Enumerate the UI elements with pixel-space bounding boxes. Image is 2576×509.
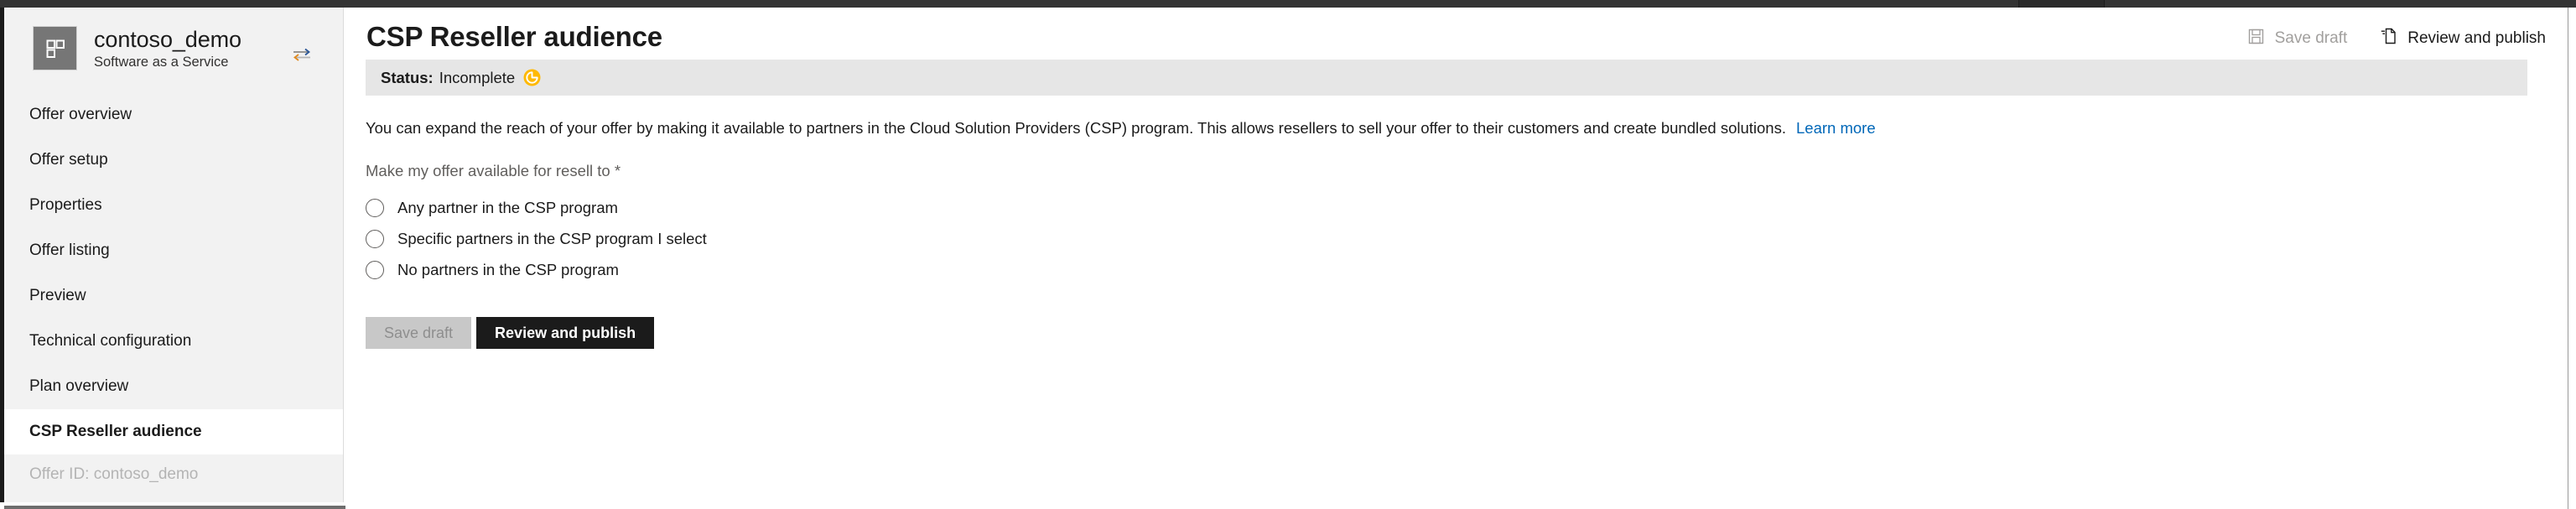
app-window: contoso_demo Software as a Service Offer… (0, 0, 2576, 509)
radio-option-specific-partners[interactable]: Specific partners in the CSP program I s… (366, 223, 2576, 254)
sidebar-item-label: Offer setup (29, 151, 108, 169)
sidebar-offer-id-label: Offer ID: contoso_demo (29, 465, 199, 483)
sidebar-item-offer-setup[interactable]: Offer setup (4, 138, 343, 183)
save-draft-button[interactable]: Save draft (366, 317, 472, 350)
publish-page-icon (2381, 28, 2397, 49)
status-label: Status: (381, 68, 434, 86)
offer-name: contoso_demo (94, 26, 242, 52)
sidebar-offer-id: Offer ID: contoso_demo (4, 454, 343, 495)
sidebar-item-label: Offer listing (29, 242, 110, 259)
radio-option-label: Specific partners in the CSP program I s… (397, 229, 707, 247)
vertical-scrollbar[interactable] (2568, 8, 2576, 509)
sidebar-item-offer-overview[interactable]: Offer overview (4, 92, 343, 138)
pending-clock-icon (523, 69, 541, 86)
header-review-publish-button[interactable]: Review and publish (2381, 28, 2546, 49)
sidebar-item-label: Technical configuration (29, 332, 192, 350)
learn-more-link[interactable]: Learn more (1796, 119, 1876, 137)
description-paragraph: You can expand the reach of your offer b… (366, 119, 2576, 138)
radio-circle-icon[interactable] (366, 229, 384, 248)
sidebar-item-preview[interactable]: Preview (4, 273, 343, 319)
resell-radio-group: Any partner in the CSP program Specific … (366, 192, 2576, 285)
offer-blocks-icon (33, 26, 77, 70)
browser-top-chrome (0, 0, 2576, 8)
header-actions: Save draft Review and publish (2248, 28, 2546, 49)
sidebar: contoso_demo Software as a Service Offer… (0, 8, 344, 502)
sidebar-item-technical-configuration[interactable]: Technical configuration (4, 319, 343, 364)
resell-field-label: Make my offer available for resell to * (366, 162, 621, 180)
main-header: CSP Reseller audience Save draft Review … (345, 8, 2576, 60)
radio-circle-icon[interactable] (366, 260, 384, 279)
chrome-tab-segment-2[interactable] (2019, 0, 2105, 8)
chrome-tab-segment-3[interactable] (2105, 0, 2576, 8)
footer-buttons: Save draft Review and publish (366, 317, 2576, 350)
sidebar-item-label: Offer overview (29, 106, 132, 123)
review-and-publish-button[interactable]: Review and publish (476, 317, 655, 350)
header-save-draft-button[interactable]: Save draft (2248, 29, 2348, 49)
floppy-disk-icon (2248, 29, 2264, 49)
page-title: CSP Reseller audience (366, 21, 662, 52)
description-text: You can expand the reach of your offer b… (366, 119, 1786, 137)
chrome-tab-segment-1[interactable] (0, 0, 2019, 8)
sidebar-item-label: Preview (29, 287, 86, 304)
status-bar: Status: Incomplete (366, 60, 2527, 96)
status-value: Incomplete (439, 68, 516, 86)
radio-option-label: Any partner in the CSP program (397, 198, 618, 216)
radio-option-no-partners[interactable]: No partners in the CSP program (366, 254, 2576, 285)
sidebar-item-csp-reseller-audience[interactable]: CSP Reseller audience (4, 409, 343, 454)
sidebar-bottom-divider (4, 506, 345, 509)
sidebar-item-label: CSP Reseller audience (29, 423, 202, 440)
sidebar-offer-header: contoso_demo Software as a Service (4, 8, 343, 86)
header-review-publish-label: Review and publish (2407, 29, 2546, 47)
sidebar-item-label: Properties (29, 196, 102, 214)
sidebar-item-label: Plan overview (29, 377, 129, 395)
sidebar-nav: Offer overview Offer setup Properties Of… (4, 92, 343, 495)
swap-arrows-icon[interactable] (291, 46, 313, 63)
radio-circle-icon[interactable] (366, 198, 384, 217)
sidebar-item-offer-listing[interactable]: Offer listing (4, 228, 343, 273)
radio-option-label: No partners in the CSP program (397, 260, 619, 278)
main-content: CSP Reseller audience Save draft Review … (345, 8, 2576, 509)
sidebar-item-plan-overview[interactable]: Plan overview (4, 364, 343, 409)
offer-type: Software as a Service (94, 54, 229, 70)
header-save-draft-label: Save draft (2274, 29, 2348, 47)
radio-option-any-partner[interactable]: Any partner in the CSP program (366, 192, 2576, 223)
sidebar-item-properties[interactable]: Properties (4, 183, 343, 228)
